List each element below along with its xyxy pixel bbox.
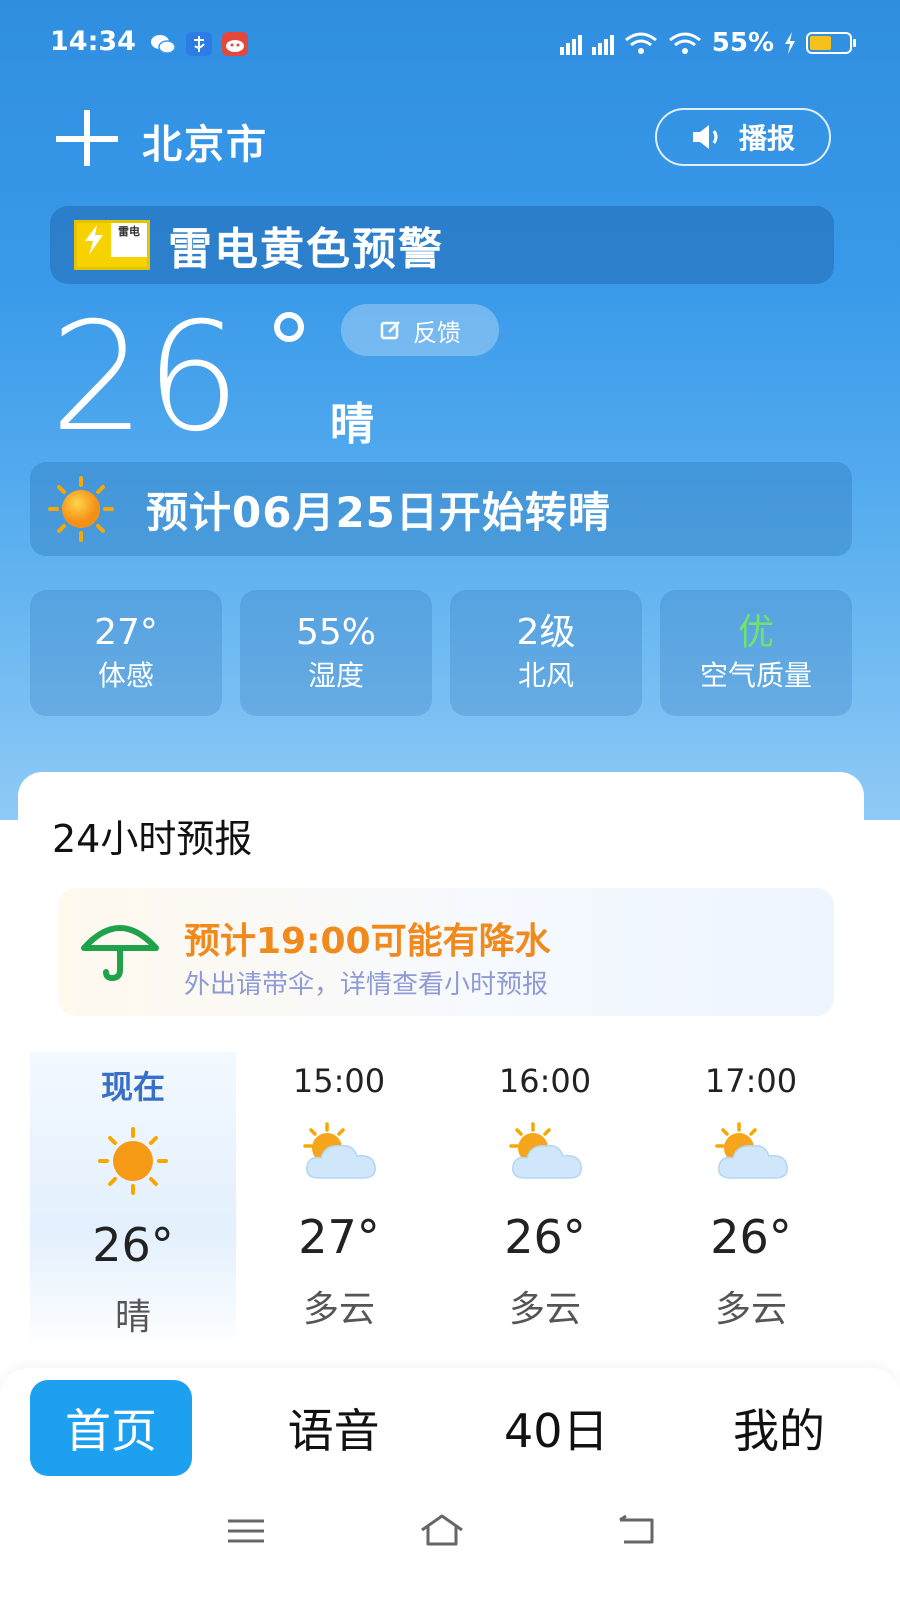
metric-feels-like[interactable]: 27° 体感	[30, 590, 222, 716]
city-name[interactable]: 北京市	[142, 112, 268, 170]
hour-condition: 多云	[714, 1289, 787, 1330]
system-nav-bar	[0, 1508, 900, 1558]
forecast-banner-text: 预计06月25日开始转晴	[146, 487, 611, 537]
signal-5g-icon	[591, 31, 614, 55]
metric-label: 体感	[97, 659, 154, 692]
battery-percent: 55%	[711, 28, 774, 58]
metric-label: 北风	[517, 659, 574, 692]
hour-item[interactable]: 16:00 26° 多云	[442, 1052, 648, 1352]
status-time: 14:34	[50, 26, 136, 57]
forecast-banner[interactable]: 预计06月25日开始转晴	[30, 462, 852, 556]
tab-bar: 首页 语音 40日 我的	[30, 1380, 860, 1476]
hour-item[interactable]: 17:00 26° 多云	[648, 1052, 854, 1352]
hour-temp: 26°	[92, 1218, 174, 1272]
wechat-icon	[150, 32, 176, 56]
rain-alert-title: 预计19:00可能有降水	[184, 921, 551, 962]
tab-home[interactable]: 首页	[30, 1380, 192, 1476]
charging-icon	[785, 32, 795, 54]
warning-text: 雷电黄色预警	[168, 224, 444, 275]
add-city-icon[interactable]	[54, 108, 120, 168]
hour-item-now[interactable]: 现在 26° 晴	[30, 1052, 236, 1352]
metric-wind[interactable]: 2级 北风	[450, 590, 642, 716]
hour-time: 现在	[100, 1068, 165, 1106]
app-icon	[222, 32, 248, 56]
hour-item[interactable]: 15:00 27° 多云	[236, 1052, 442, 1352]
broadcast-label: 播报	[738, 122, 795, 155]
menu-icon[interactable]	[226, 1516, 266, 1546]
hour-condition: 多云	[302, 1289, 375, 1330]
metric-value: 2级	[516, 612, 576, 653]
notification-icons	[150, 32, 248, 56]
status-right: 55%	[559, 28, 856, 58]
wifi-icon	[624, 32, 657, 54]
hour-time: 15:00	[292, 1062, 386, 1100]
sun-icon	[48, 476, 114, 542]
partly-cloudy-icon	[291, 1118, 387, 1188]
card-title: 24小时预报	[52, 817, 253, 861]
tab-40-day[interactable]: 40日	[475, 1380, 637, 1476]
back-icon[interactable]	[616, 1514, 658, 1548]
hour-time: 17:00	[704, 1062, 798, 1100]
hour-condition: 多云	[508, 1289, 581, 1330]
alipay-icon	[186, 32, 212, 56]
feedback-label: 反馈	[413, 318, 461, 347]
degree-symbol	[274, 312, 304, 342]
status-bar: 14:34 55%	[50, 22, 856, 66]
tab-mine[interactable]: 我的	[698, 1380, 860, 1476]
hour-time: 16:00	[498, 1062, 592, 1100]
hour-temp: 26°	[504, 1210, 586, 1264]
metric-label: 湿度	[307, 659, 364, 692]
hour-temp: 27°	[298, 1210, 380, 1264]
partly-cloudy-icon	[497, 1118, 593, 1188]
battery-icon	[806, 32, 856, 54]
hourly-list: 现在 26° 晴 15:00 27° 多云 16:00 26° 多云 17:00…	[30, 1052, 854, 1352]
lightning-warning-icon: 雷电	[74, 220, 150, 270]
hour-condition: 晴	[114, 1297, 151, 1338]
partly-cloudy-icon	[703, 1118, 799, 1188]
current-condition: 晴	[330, 399, 374, 450]
tab-voice[interactable]: 语音	[253, 1380, 415, 1476]
metric-air-quality[interactable]: 优 空气质量	[660, 590, 852, 716]
speaker-icon	[692, 125, 718, 149]
hourly-forecast-card: 24小时预报 预计19:00可能有降水 外出请带伞，详情查看小时预报 现在 26…	[18, 772, 864, 1412]
rain-alert-subtitle: 外出请带伞，详情查看小时预报	[184, 970, 549, 1000]
metric-humidity[interactable]: 55% 湿度	[240, 590, 432, 716]
metric-value: 55%	[295, 612, 376, 653]
weather-warning-banner[interactable]: 雷电 雷电黄色预警	[50, 206, 834, 284]
weather-metrics: 27° 体感 55% 湿度 2级 北风 优 空气质量	[30, 590, 852, 716]
umbrella-icon	[81, 925, 159, 982]
metric-value: 27°	[94, 612, 158, 653]
rain-alert[interactable]: 预计19:00可能有降水 外出请带伞，详情查看小时预报	[58, 888, 834, 1016]
metric-label: 空气质量	[699, 659, 812, 692]
wifi-icon	[668, 32, 701, 54]
edit-icon	[380, 321, 400, 340]
bottom-nav: 首页 语音 40日 我的	[0, 1368, 900, 1600]
broadcast-button[interactable]: 播报	[655, 108, 831, 166]
hour-temp: 26°	[710, 1210, 792, 1264]
metric-value: 优	[737, 612, 774, 653]
sun-icon	[85, 1126, 181, 1196]
feedback-button[interactable]: 反馈	[341, 304, 499, 356]
signal-5g-icon	[559, 31, 582, 55]
home-icon[interactable]	[418, 1512, 466, 1548]
current-temperature: 26	[50, 291, 241, 465]
